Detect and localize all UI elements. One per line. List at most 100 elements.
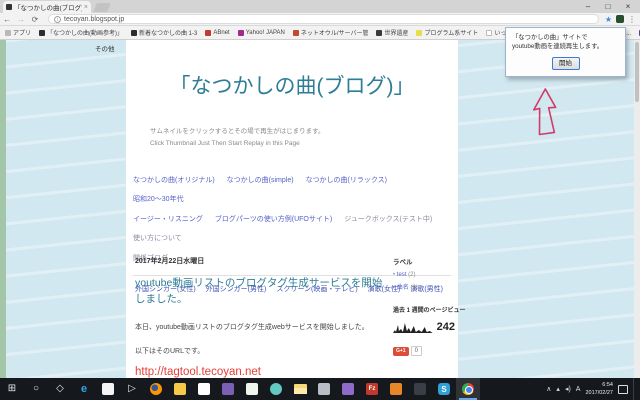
bookmark-star-icon[interactable]: ★ <box>605 15 612 24</box>
nav-row-1: なつかしの曲(オリジナル) なつかしの曲(simple) なつかしの曲(リラックス)… <box>133 171 458 210</box>
taskbar-app-orange[interactable] <box>384 378 408 400</box>
browser-menu-icon[interactable]: ⋮ <box>628 15 636 24</box>
taskbar-app-green[interactable] <box>240 378 264 400</box>
ime-indicator[interactable]: A <box>576 386 581 393</box>
address-bar[interactable]: i tecoyan.blogspot.jp <box>48 14 599 24</box>
nav-link[interactable]: ブログパーツの使い方例(UFOサイト) <box>215 216 332 223</box>
taskbar-app-gray[interactable] <box>312 378 336 400</box>
nav-row-2: イージー・リスニング ブログパーツの使い方例(UFOサイト) ジュークボックス(テス… <box>133 210 458 249</box>
bookmark-favicon <box>486 30 492 36</box>
nav-link[interactable]: 使い方について <box>133 235 182 242</box>
page-info-icon[interactable]: i <box>54 16 61 23</box>
apps-grid-icon <box>5 30 11 36</box>
edge-button[interactable]: e <box>72 378 96 400</box>
clock-date: 2017/02/27 <box>585 389 613 397</box>
filezilla-icon: Fz <box>366 383 378 395</box>
extension-icon[interactable] <box>616 15 624 23</box>
notepad-button[interactable] <box>96 378 120 400</box>
cube-icon: ◇ <box>56 384 64 394</box>
network-icon[interactable]: ▴ <box>556 385 560 393</box>
gray-app-icon <box>318 383 330 395</box>
volume-icon[interactable]: ◂) <box>565 385 571 393</box>
post-url-link[interactable]: http://tagtool.tecoyan.net <box>135 366 390 378</box>
sticky-notes-button[interactable] <box>168 378 192 400</box>
taskbar-app-teal[interactable] <box>264 378 288 400</box>
start-button[interactable]: 開始 <box>552 57 580 70</box>
bookmark-apps[interactable]: アプリ <box>5 28 31 37</box>
chrome-button-active[interactable] <box>456 378 480 400</box>
pageviews-sparkline <box>393 320 433 334</box>
scrollbar-thumb[interactable] <box>635 42 639 102</box>
back-icon[interactable]: ← <box>0 15 14 24</box>
file-explorer-button[interactable] <box>288 378 312 400</box>
taskbar-app-dark[interactable] <box>408 378 432 400</box>
filezilla-button[interactable]: Fz <box>360 378 384 400</box>
bookmark-item[interactable]: プログラム系サイト <box>416 28 478 37</box>
label-link[interactable]: test <box>397 272 407 278</box>
subtitle-english: Click Thumbnail Just Then Start Replay i… <box>150 138 458 150</box>
purple-app-icon <box>342 383 354 395</box>
nav-link[interactable]: なつかしの曲(simple) <box>227 177 294 184</box>
blog-post: 2017年2月22日水曜日 youtube動画リストのブログタグ生成サービスを開… <box>135 256 390 378</box>
nav-link[interactable]: なつかしの曲(オリジナル) <box>133 177 215 184</box>
skype-button[interactable]: S <box>432 378 456 400</box>
bookmark-item[interactable]: 「なつかしの曲(動画参考)」 <box>39 28 123 37</box>
bookmark-item[interactable]: ネットオウル/サーバー管 <box>293 28 369 37</box>
bookmark-item[interactable]: 世界遺産 <box>376 28 408 37</box>
taskbar-app-cube[interactable]: ◇ <box>48 378 72 400</box>
navbar-more-link[interactable]: その他 <box>95 43 115 53</box>
bookmark-favicon <box>131 30 137 36</box>
label-item[interactable]: • test (2) <box>393 272 455 278</box>
window-controls: – □ × <box>578 0 638 13</box>
cortana-search-button[interactable]: ○ <box>24 378 48 400</box>
blog-nav-links: なつかしの曲(オリジナル) なつかしの曲(simple) なつかしの曲(リラックス)… <box>133 171 458 269</box>
play-icon: ▷ <box>128 384 136 394</box>
label-link[interactable]: 曲名 <box>397 285 409 291</box>
nav-link[interactable]: 昭和20～30年代 <box>133 196 184 203</box>
bookmark-item[interactable]: ABnet <box>205 30 229 36</box>
show-desktop-button[interactable] <box>633 378 636 400</box>
bookmark-favicon <box>293 30 299 36</box>
refresh-icon[interactable]: ⟳ <box>28 15 42 24</box>
label-item[interactable]: • 曲名 (8) <box>393 282 455 291</box>
blog-subtitle: サムネイルをクリックするとその場で再生がはじまります。 Click Thumbn… <box>150 126 458 151</box>
post-body-line-1: 本日、youtube動画リストのブログタグ生成webサービスを開始しました。 <box>135 322 390 332</box>
orange-app-icon <box>390 383 402 395</box>
taskbar-app-purple[interactable] <box>216 378 240 400</box>
media-player-button[interactable]: ▷ <box>120 378 144 400</box>
firefox-icon <box>150 383 162 395</box>
bookmark-favicon <box>205 30 211 36</box>
nav-link[interactable]: イージー・リスニング <box>133 216 203 223</box>
taskbar-app-purple-2[interactable] <box>336 378 360 400</box>
taskbar-clock[interactable]: 6:54 2017/02/27 <box>585 381 613 398</box>
bookmark-item[interactable]: Yahoo! JAPAN <box>238 30 285 36</box>
maximize-button[interactable]: □ <box>598 0 618 13</box>
new-tab-button[interactable] <box>93 3 110 12</box>
page-scrollbar[interactable] <box>634 40 640 378</box>
tab-favicon-icon <box>6 4 12 10</box>
gplus-button[interactable]: G+1 <box>393 347 409 356</box>
bookmark-favicon <box>416 30 422 36</box>
edge-icon: e <box>78 383 90 395</box>
tab-close-icon[interactable]: × <box>84 4 88 11</box>
start-button[interactable]: ⊞ <box>0 378 24 400</box>
store-button[interactable] <box>192 378 216 400</box>
browser-tab[interactable]: 「なつかしの曲(ブログ)」 × <box>3 1 91 13</box>
bullet-icon: • <box>393 285 395 291</box>
blog-title-link[interactable]: 「なつかしの曲(ブログ)」 <box>126 70 458 100</box>
tray-chevron-up-icon[interactable]: ∧ <box>546 385 551 393</box>
action-center-icon[interactable] <box>618 385 628 394</box>
close-button[interactable]: × <box>618 0 638 13</box>
pageviews-heading: 過去 1 週間のページビュー <box>393 305 455 314</box>
subtitle-japanese: サムネイルをクリックするとその場で再生がはじまります。 <box>150 126 458 138</box>
firefox-button[interactable] <box>144 378 168 400</box>
nav-link[interactable]: なつかしの曲(リラックス) <box>306 177 387 184</box>
folder-icon <box>294 384 307 394</box>
bookmark-favicon <box>238 30 244 36</box>
minimize-button[interactable]: – <box>578 0 598 13</box>
labels-list: • test (2) • 曲名 (8) <box>393 272 455 291</box>
forward-icon[interactable]: → <box>14 15 28 24</box>
nav-link[interactable]: ジュークボックス(テスト中) <box>344 216 432 223</box>
post-title-link[interactable]: youtube動画リストのブログタグ生成サービスを開始しました。 <box>135 275 390 308</box>
bookmark-item[interactable]: 新着なつかしの曲 1-3 <box>131 28 197 37</box>
